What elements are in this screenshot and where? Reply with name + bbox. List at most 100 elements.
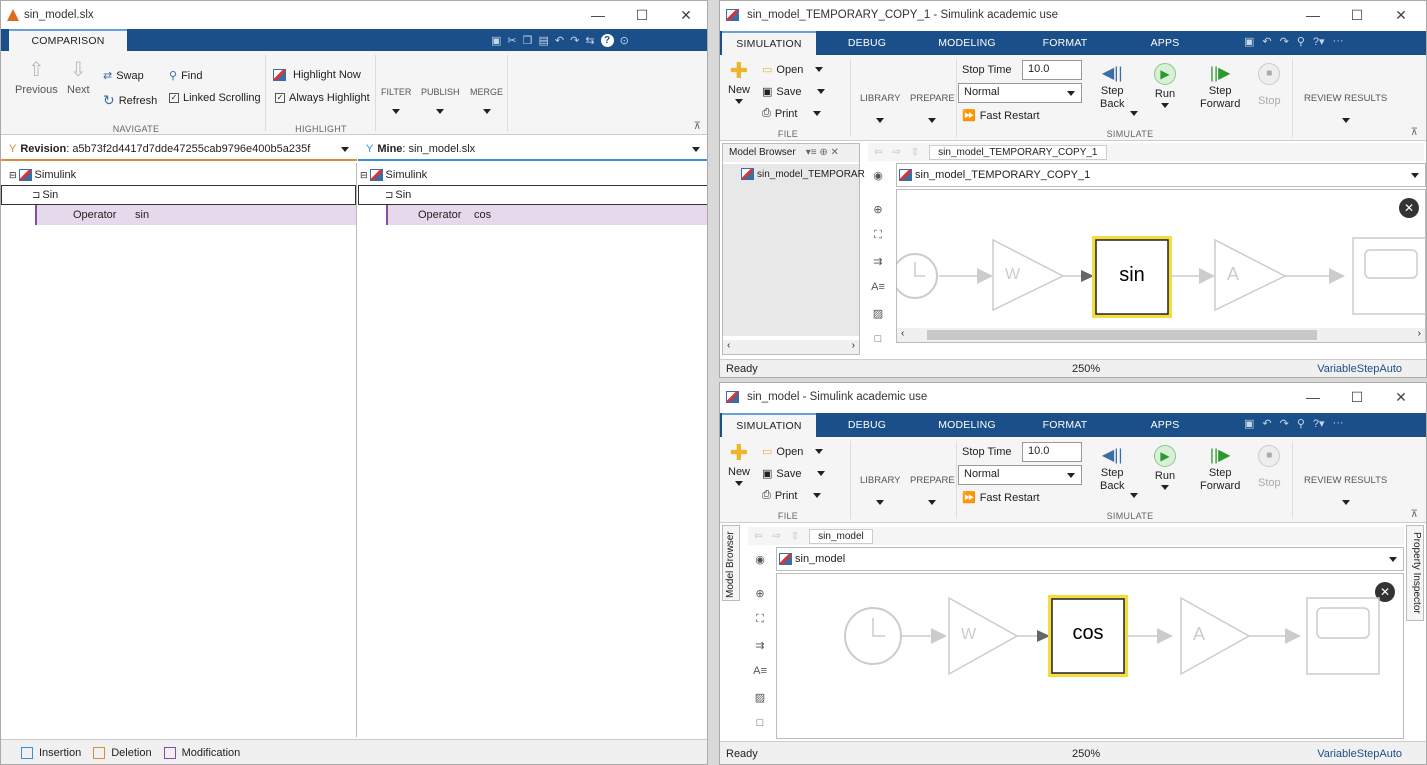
open-button[interactable]: ▭ Open (762, 63, 824, 76)
tab-debug[interactable]: DEBUG (832, 413, 902, 437)
options-icon[interactable]: ⊙ (620, 34, 629, 47)
fit-view-icon[interactable]: ⛶ (750, 613, 770, 626)
stop-button[interactable]: ■ Stop (1258, 63, 1281, 107)
model-browser-tab[interactable]: Model Browser (722, 525, 740, 601)
param-row[interactable]: Operator sin (35, 205, 356, 225)
help-icon[interactable]: ?▾ (1313, 35, 1325, 48)
search-icon[interactable]: ⚲ (1297, 35, 1305, 48)
horizontal-scrollbar[interactable]: ‹ › (723, 340, 859, 354)
minimize-button[interactable]: — (575, 1, 621, 29)
quick-access-toolbar[interactable]: ▣ ✂ ❐ ▤ ↶ ↷ ⇆? ⊙ (491, 32, 701, 48)
tab-format[interactable]: FORMAT (1030, 31, 1100, 55)
collapse-icon[interactable]: ⊟ (360, 170, 368, 181)
save-icon[interactable]: ▣ (1244, 417, 1254, 430)
open-button[interactable]: ▭ Open (762, 445, 824, 458)
step-forward-button[interactable]: ||▶ Step Forward (1200, 63, 1240, 111)
cut-icon[interactable]: ✂ (507, 34, 516, 47)
stop-button[interactable]: ■ Stop (1258, 445, 1281, 489)
undo-icon[interactable]: ↶ (1262, 35, 1271, 48)
hide-browser-icon[interactable]: ◉ (750, 553, 770, 566)
close-button[interactable]: ✕ (1378, 383, 1424, 411)
more-icon[interactable]: ··· (1333, 35, 1344, 48)
area-icon[interactable]: □ (750, 717, 770, 729)
browser-item[interactable]: sin_model_TEMPORAR (741, 168, 865, 180)
collapse-ribbon-icon[interactable]: ⊼ (694, 121, 701, 132)
tab-modeling[interactable]: MODELING (932, 31, 1002, 55)
solver-link[interactable]: VariableStepAuto (1317, 363, 1402, 375)
refresh-button[interactable]: ↻ Refresh (103, 92, 157, 109)
new-button[interactable]: ✚ New (728, 442, 750, 486)
fast-restart-button[interactable]: ⏩ Fast Restart (962, 109, 1040, 123)
save-icon[interactable]: ▣ (491, 34, 501, 47)
more-icon[interactable]: ··· (1333, 417, 1344, 430)
scroll-left-icon[interactable]: ‹ (901, 328, 904, 339)
up-icon[interactable]: ⇧ (791, 531, 799, 542)
tab-comparison[interactable]: COMPARISON (9, 29, 127, 51)
model-canvas[interactable]: ✕ W cos A (776, 573, 1404, 739)
tree-root[interactable]: ⊟ Simulink (358, 165, 707, 185)
back-icon[interactable]: ⇦ (754, 531, 762, 542)
filter-button[interactable]: FILTER (381, 87, 411, 114)
redo-icon[interactable]: ↷ (1280, 35, 1289, 48)
redo-icon[interactable]: ↷ (570, 34, 579, 47)
tab-simulation[interactable]: SIMULATION (722, 31, 816, 55)
tree-root[interactable]: ⊟ Simulink (1, 165, 356, 185)
fit-view-icon[interactable]: ⛶ (868, 229, 888, 242)
find-button[interactable]: ⚲ Find (169, 69, 202, 83)
prepare-button[interactable]: PREPARE (910, 93, 955, 123)
help-icon[interactable]: ?▾ (1313, 417, 1325, 430)
horizontal-scrollbar[interactable]: ‹ › (897, 328, 1425, 342)
maximize-button[interactable]: ☐ (619, 1, 665, 29)
tab-modeling[interactable]: MODELING (932, 413, 1002, 437)
image-icon[interactable]: ▨ (750, 691, 770, 704)
quick-access-toolbar[interactable]: ▣ ↶ ↷ ⚲ ?▾ ··· (1244, 35, 1424, 48)
prepare-button[interactable]: PREPARE (910, 475, 955, 505)
paste-icon[interactable]: ▤ (539, 34, 549, 47)
highlight-now-button[interactable]: Highlight Now (273, 69, 361, 81)
tree-block-row[interactable]: ⊐ Sin (358, 185, 707, 205)
save-button[interactable]: ▣ Save (762, 85, 826, 98)
annotation-icon[interactable]: A≡ (868, 281, 888, 293)
forward-icon[interactable]: ⇨ (892, 147, 900, 158)
zoom-icon[interactable]: ⊕ (868, 203, 888, 216)
step-back-button[interactable]: ◀|| Step Back (1100, 445, 1138, 498)
undo-icon[interactable]: ↶ (1262, 417, 1271, 430)
scroll-thumb[interactable] (927, 330, 1317, 340)
address-bar[interactable]: sin_model (776, 547, 1404, 571)
image-icon[interactable]: ▨ (868, 307, 888, 320)
close-button[interactable]: ✕ (663, 1, 707, 29)
up-icon[interactable]: ⇧ (911, 147, 919, 158)
next-button[interactable]: ⇩ Next (67, 57, 90, 96)
forward-icon[interactable]: ⇨ (772, 531, 780, 542)
simulation-mode-select[interactable]: Normal (958, 465, 1082, 485)
quick-access-toolbar[interactable]: ▣ ↶ ↷ ⚲ ?▾ ··· (1244, 417, 1424, 430)
param-row[interactable]: Operator cos (386, 205, 707, 225)
swap-button[interactable]: ⇄ Swap (103, 69, 144, 83)
stop-time-input[interactable]: 10.0 (1022, 60, 1082, 80)
tab-simulation[interactable]: SIMULATION (722, 413, 816, 437)
switch-icon[interactable]: ⇆ (585, 34, 594, 47)
close-button[interactable]: ✕ (1378, 1, 1424, 29)
previous-button[interactable]: ⇧ Previous (15, 57, 58, 96)
tab-apps[interactable]: APPS (1130, 31, 1200, 55)
collapse-icon[interactable]: ⊟ (9, 170, 17, 181)
print-button[interactable]: ⎙ Print (762, 107, 822, 120)
always-highlight-checkbox[interactable]: ✓ Always Highlight (275, 92, 370, 104)
run-button[interactable]: ▶ Run (1154, 445, 1176, 490)
browser-options-icon[interactable]: ▾≡ ⊕ ✕ (806, 147, 839, 159)
review-results-button[interactable]: REVIEW RESULTS (1304, 475, 1387, 505)
property-inspector-tab[interactable]: Property Inspector (1406, 525, 1424, 621)
area-icon[interactable]: □ (868, 333, 888, 345)
fast-restart-button[interactable]: ⏩ Fast Restart (962, 491, 1040, 505)
print-button[interactable]: ⎙ Print (762, 489, 822, 502)
review-results-button[interactable]: REVIEW RESULTS (1304, 93, 1387, 123)
zoom-icon[interactable]: ⊕ (750, 587, 770, 600)
mine-header[interactable]: Y Mine : sin_model.slx (358, 139, 707, 161)
new-button[interactable]: ✚ New (728, 60, 750, 104)
collapse-ribbon-icon[interactable]: ⊼ (1411, 509, 1418, 520)
undo-icon[interactable]: ↶ (555, 34, 564, 47)
linked-scrolling-checkbox[interactable]: ✓ Linked Scrolling (169, 92, 261, 104)
address-bar[interactable]: sin_model_TEMPORARY_COPY_1 (896, 163, 1426, 187)
tab-apps[interactable]: APPS (1130, 413, 1200, 437)
save-icon[interactable]: ▣ (1244, 35, 1254, 48)
